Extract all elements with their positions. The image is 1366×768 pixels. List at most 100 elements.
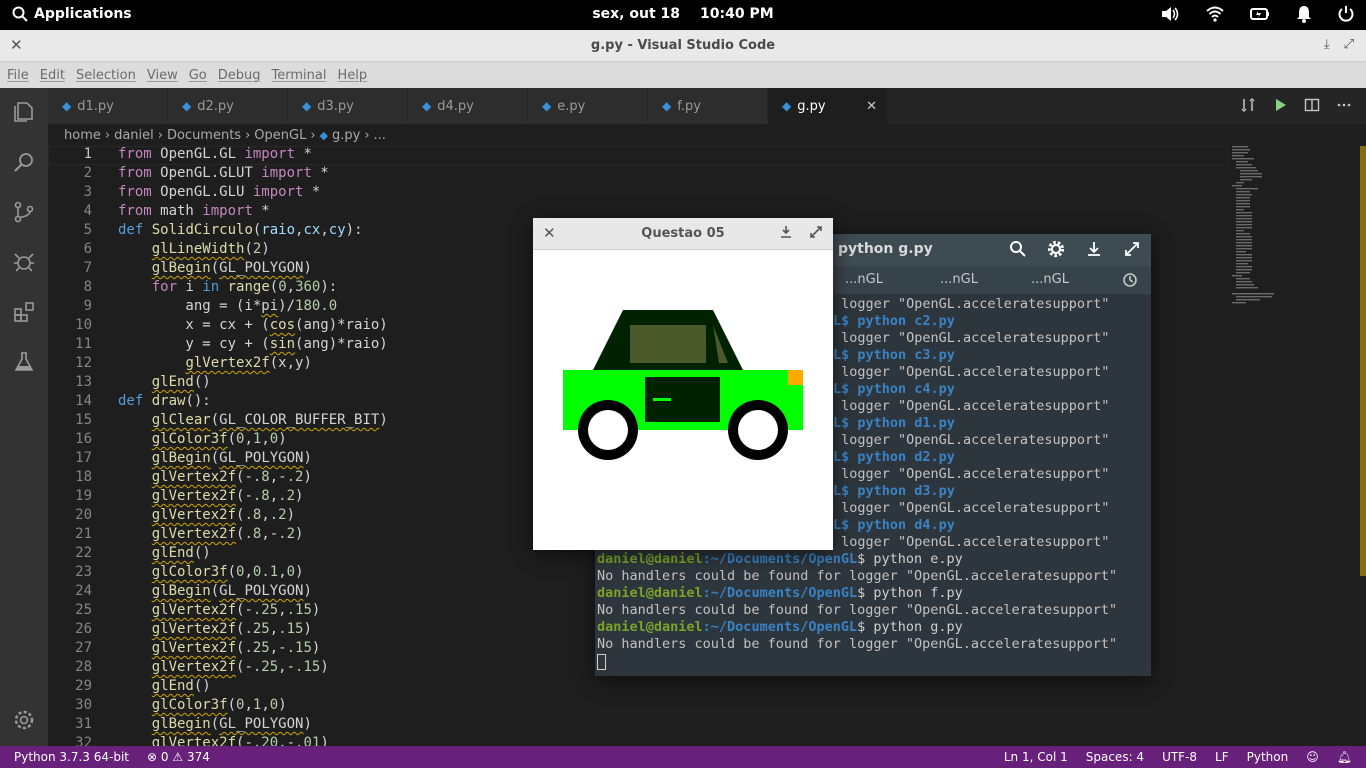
- status-right: Ln 1, Col 1 Spaces: 4 UTF-8 LF Python ☺ …: [1004, 750, 1352, 764]
- notifications-bell-icon[interactable]: 🔔︎: [1337, 750, 1352, 764]
- terminal-line: logger "OpenGL.acceleratesupport": [833, 330, 1110, 346]
- terminal-tab[interactable]: ...nGL: [845, 272, 883, 287]
- test-flask-icon[interactable]: [12, 350, 36, 374]
- tab-d3[interactable]: ◆ d3.py: [288, 88, 408, 124]
- terminal-line: L$ python d4.py: [833, 517, 955, 533]
- code-line: from OpenGL.GL import *: [118, 146, 312, 162]
- battery-icon[interactable]: [1250, 5, 1270, 23]
- breadcrumb-symbols[interactable]: ...: [374, 128, 386, 143]
- search-icon[interactable]: [1009, 240, 1027, 258]
- code-line: glColor3f(0,1,0): [151, 697, 287, 713]
- more-actions-icon[interactable]: [1336, 97, 1352, 113]
- tab-d2[interactable]: ◆ d2.py: [168, 88, 288, 124]
- python-interpreter[interactable]: Python 3.7.3 64-bit: [14, 750, 129, 764]
- search-icon[interactable]: [12, 150, 36, 174]
- debug-icon[interactable]: [12, 250, 36, 274]
- warning-icon: ⚠: [172, 750, 184, 764]
- maximize-icon[interactable]: [1123, 240, 1141, 258]
- code-line: glColor3f(0,0.1,0): [151, 564, 304, 580]
- breadcrumb-daniel[interactable]: daniel: [114, 128, 154, 143]
- python-file-icon: ◆: [62, 99, 72, 113]
- code-line: glBegin(GL_POLYGON): [151, 450, 312, 466]
- gear-icon[interactable]: [1047, 240, 1065, 258]
- warning-count: 374: [186, 750, 210, 764]
- extensions-icon[interactable]: [12, 300, 36, 324]
- notification-bell-icon[interactable]: [1296, 5, 1312, 23]
- language-mode[interactable]: Python: [1247, 750, 1289, 764]
- maximize-icon[interactable]: [809, 225, 823, 239]
- minimize-icon[interactable]: [1085, 240, 1103, 258]
- tab-label: d4.py: [437, 98, 474, 114]
- minimize-icon[interactable]: [779, 225, 793, 239]
- time-text: 10:40 PM: [700, 6, 774, 22]
- terminal-line: logger "OpenGL.acceleratesupport": [833, 466, 1110, 482]
- menu-terminal[interactable]: Terminal: [272, 68, 327, 83]
- python-file-icon: ◆: [542, 99, 552, 113]
- menu-file[interactable]: File: [7, 68, 29, 83]
- close-tab-icon[interactable]: ✕: [866, 99, 877, 114]
- opengl-canvas[interactable]: [533, 250, 833, 550]
- code-line: y = cy + (sin(ang)*raio): [118, 336, 388, 352]
- menu-selection[interactable]: Selection: [76, 68, 136, 83]
- window-title-bar: ✕ g.py - Visual Studio Code ⤓ ⤢: [0, 30, 1366, 62]
- tab-label: f.py: [677, 98, 701, 114]
- problems-indicator[interactable]: ⊗ 0 ⚠ 374: [147, 750, 210, 764]
- compare-changes-icon[interactable]: [1240, 97, 1256, 113]
- menu-debug[interactable]: Debug: [218, 68, 261, 83]
- line-number: 7: [83, 260, 92, 276]
- end-of-line[interactable]: LF: [1215, 750, 1229, 764]
- minimap[interactable]: [1230, 146, 1356, 306]
- line-number: 21: [75, 526, 92, 542]
- menu-view[interactable]: View: [147, 68, 178, 83]
- code-line: from math import *: [118, 203, 270, 219]
- source-control-icon[interactable]: [12, 200, 36, 224]
- minimize-icon[interactable]: ⤓: [1324, 37, 1330, 52]
- run-icon[interactable]: [1272, 97, 1288, 113]
- editor-scrollbar[interactable]: [1360, 146, 1366, 576]
- history-icon[interactable]: [1122, 272, 1138, 288]
- power-icon[interactable]: [1338, 5, 1354, 23]
- maximize-icon[interactable]: ⤢: [1344, 37, 1354, 52]
- feedback-smiley-icon[interactable]: ☺: [1306, 750, 1319, 764]
- menu-go[interactable]: Go: [189, 68, 207, 83]
- breadcrumb-home[interactable]: home: [64, 128, 101, 143]
- code-line: glVertex2f(-.25,-.15): [151, 659, 329, 675]
- car-window: [630, 325, 706, 363]
- terminal-tab[interactable]: ...nGL: [1031, 272, 1069, 287]
- line-number: 6: [83, 241, 92, 257]
- explorer-icon[interactable]: [12, 100, 36, 124]
- breadcrumb-opengl[interactable]: OpenGL: [254, 128, 306, 143]
- wifi-icon[interactable]: [1206, 5, 1224, 23]
- menu-edit[interactable]: Edit: [40, 68, 65, 83]
- code-line: def draw():: [118, 393, 211, 409]
- line-number: 14: [75, 393, 92, 409]
- tab-e[interactable]: ◆ e.py: [528, 88, 648, 124]
- date-text: sex, out 18: [592, 6, 681, 22]
- terminal-tab[interactable]: ...nGL: [940, 272, 978, 287]
- code-line: glVertex2f(.25,-.15): [151, 640, 321, 656]
- tab-label: d2.py: [197, 98, 234, 114]
- code-line: glVertex2f(.25,.15): [151, 621, 312, 637]
- breadcrumb-documents[interactable]: Documents: [167, 128, 241, 143]
- tab-f[interactable]: ◆ f.py: [648, 88, 768, 124]
- code-line: x = cx + (cos(ang)*raio): [118, 317, 388, 333]
- cursor-position[interactable]: Ln 1, Col 1: [1004, 750, 1068, 764]
- tab-g[interactable]: ◆ g.py ✕: [768, 88, 888, 124]
- car-headlight: [788, 370, 803, 385]
- menu-help[interactable]: Help: [337, 68, 367, 83]
- line-number: 5: [83, 222, 92, 238]
- volume-icon[interactable]: [1160, 5, 1180, 23]
- indentation[interactable]: Spaces: 4: [1086, 750, 1144, 764]
- line-number: 11: [75, 336, 92, 352]
- settings-gear-icon[interactable]: [12, 708, 36, 732]
- chevron-right-icon: ›: [245, 127, 251, 143]
- split-editor-icon[interactable]: [1304, 97, 1320, 113]
- python-file-icon: ◆: [662, 99, 672, 113]
- code-line: def SolidCirculo(raio,cx,cy):: [118, 222, 363, 238]
- tab-d1[interactable]: ◆ d1.py: [48, 88, 168, 124]
- line-number: 15: [75, 412, 92, 428]
- tab-d4[interactable]: ◆ d4.py: [408, 88, 528, 124]
- breadcrumb-file[interactable]: g.py: [332, 128, 360, 143]
- encoding[interactable]: UTF-8: [1162, 750, 1197, 764]
- line-number: 1: [83, 146, 92, 162]
